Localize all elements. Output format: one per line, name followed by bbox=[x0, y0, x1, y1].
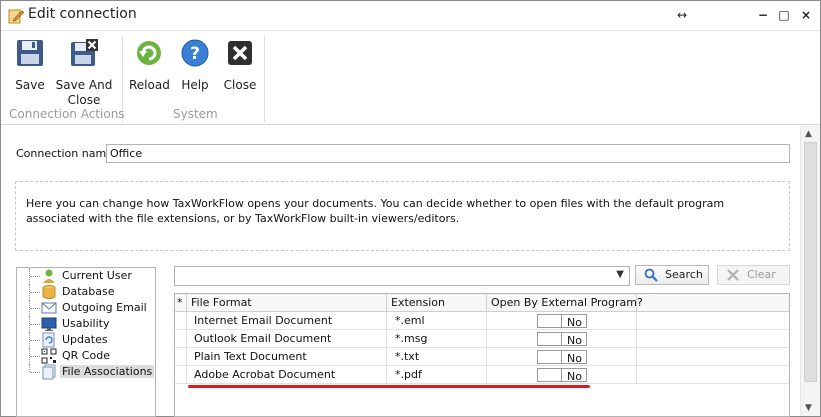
new-row-marker: * bbox=[175, 294, 187, 312]
clear-icon bbox=[727, 269, 739, 281]
close-button[interactable]: Close bbox=[223, 38, 257, 93]
file-associations-icon bbox=[42, 364, 56, 380]
chevron-down-icon[interactable]: ▼ bbox=[616, 269, 624, 280]
connection-name-input[interactable]: Office bbox=[106, 144, 790, 163]
clear-button-label: Clear bbox=[747, 268, 776, 281]
clear-button[interactable]: Clear bbox=[717, 265, 790, 285]
tree-item-usability[interactable]: Usability bbox=[17, 316, 155, 332]
minimize-button[interactable]: − bbox=[755, 6, 771, 24]
title-bar: Edit connection ↔ − □ × bbox=[1, 1, 820, 31]
tree-item-current-user[interactable]: Current User bbox=[17, 268, 155, 284]
tree-item-updates[interactable]: Updates bbox=[17, 332, 155, 348]
group-label-system: System bbox=[173, 107, 218, 121]
cell-extension[interactable]: *.msg bbox=[387, 330, 487, 348]
column-header-file-format[interactable]: File Format bbox=[187, 294, 387, 312]
search-button[interactable]: Search bbox=[635, 265, 709, 285]
external-toggle[interactable]: No bbox=[537, 350, 587, 365]
help-button[interactable]: ? Help bbox=[179, 38, 211, 93]
edit-connection-window: Edit connection ↔ − □ × Save Save And Cl… bbox=[0, 0, 821, 417]
table-row[interactable]: Adobe Acrobat Document *.pdf No bbox=[175, 366, 789, 384]
external-toggle[interactable]: No bbox=[537, 314, 587, 329]
save-label: Save bbox=[15, 78, 45, 92]
group-separator bbox=[264, 36, 265, 122]
help-label: Help bbox=[181, 78, 209, 92]
maximize-button[interactable]: □ bbox=[776, 6, 792, 24]
search-button-label: Search bbox=[665, 268, 703, 281]
search-combo[interactable]: ▼ bbox=[174, 266, 630, 286]
tree-item-outgoing-email[interactable]: Outgoing Email bbox=[17, 300, 155, 316]
updates-icon bbox=[42, 332, 55, 348]
save-button[interactable]: Save bbox=[11, 38, 49, 93]
svg-text:?: ? bbox=[190, 44, 200, 64]
table-row[interactable]: Internet Email Document *.eml No bbox=[175, 312, 789, 330]
grid-header: * File Format Extension Open By External… bbox=[175, 294, 789, 312]
column-header-extension[interactable]: Extension bbox=[387, 294, 487, 312]
qr-code-icon bbox=[41, 348, 57, 364]
tree-item-database[interactable]: Database bbox=[17, 284, 155, 300]
window-title: Edit connection bbox=[28, 6, 137, 22]
help-icon: ? bbox=[181, 39, 209, 67]
table-row[interactable]: Plain Text Document *.txt No bbox=[175, 348, 789, 366]
settings-tree: Current User Database Outgoing Email Usa… bbox=[16, 267, 156, 417]
close-icon bbox=[228, 41, 252, 65]
group-label-connection-actions: Connection Actions bbox=[9, 107, 125, 121]
close-label: Close bbox=[223, 78, 257, 92]
scroll-up-icon[interactable]: ▲ bbox=[805, 129, 812, 139]
close-window-button[interactable]: × bbox=[798, 6, 814, 24]
reload-label: Reload bbox=[129, 78, 170, 92]
table-row[interactable]: Outlook Email Document *.msg No bbox=[175, 330, 789, 348]
reload-icon bbox=[137, 41, 161, 65]
save-and-close-button[interactable]: Save And Close bbox=[55, 38, 113, 108]
scroll-down-icon[interactable]: ▼ bbox=[805, 403, 812, 413]
pencil-edit-icon bbox=[8, 9, 24, 24]
column-header-open-external[interactable]: Open By External Program? bbox=[487, 294, 643, 312]
floppy-disk-icon bbox=[17, 40, 43, 66]
cell-file-format[interactable]: Internet Email Document bbox=[187, 312, 387, 330]
connection-name-label: Connection name: bbox=[16, 147, 117, 160]
tree-item-file-associations[interactable]: File Associations bbox=[17, 364, 155, 380]
database-icon bbox=[42, 285, 56, 299]
cell-file-format[interactable]: Outlook Email Document bbox=[187, 330, 387, 348]
save-and-close-label-line2: Close bbox=[67, 93, 101, 107]
ribbon-toolbar: Save Save And Close Reload ? Help Close … bbox=[1, 32, 820, 125]
cell-file-format[interactable]: Plain Text Document bbox=[187, 348, 387, 366]
scrollbar-thumb[interactable] bbox=[804, 142, 817, 382]
external-toggle[interactable]: No bbox=[537, 368, 587, 383]
file-associations-grid: * File Format Extension Open By External… bbox=[174, 293, 790, 417]
reload-button[interactable]: Reload bbox=[129, 38, 170, 93]
email-icon bbox=[41, 302, 57, 314]
cell-extension[interactable]: *.pdf bbox=[387, 366, 487, 384]
info-text: Here you can change how TaxWorkFlow open… bbox=[26, 197, 725, 225]
external-toggle[interactable]: No bbox=[537, 332, 587, 347]
tree-item-qr-code[interactable]: QR Code bbox=[17, 348, 155, 364]
floppy-close-icon bbox=[71, 39, 98, 66]
user-icon bbox=[43, 269, 55, 283]
cell-extension[interactable]: *.txt bbox=[387, 348, 487, 366]
vertical-scrollbar[interactable]: ▲ ▼ bbox=[800, 126, 820, 416]
monitor-icon bbox=[41, 317, 57, 331]
search-icon bbox=[644, 268, 658, 282]
cell-extension[interactable]: *.eml bbox=[387, 312, 487, 330]
resize-icon[interactable]: ↔ bbox=[674, 6, 690, 24]
save-and-close-label-line1: Save And bbox=[55, 78, 113, 92]
cell-file-format[interactable]: Adobe Acrobat Document bbox=[187, 366, 387, 384]
info-panel: Here you can change how TaxWorkFlow open… bbox=[15, 181, 790, 251]
highlight-underline bbox=[188, 385, 590, 388]
